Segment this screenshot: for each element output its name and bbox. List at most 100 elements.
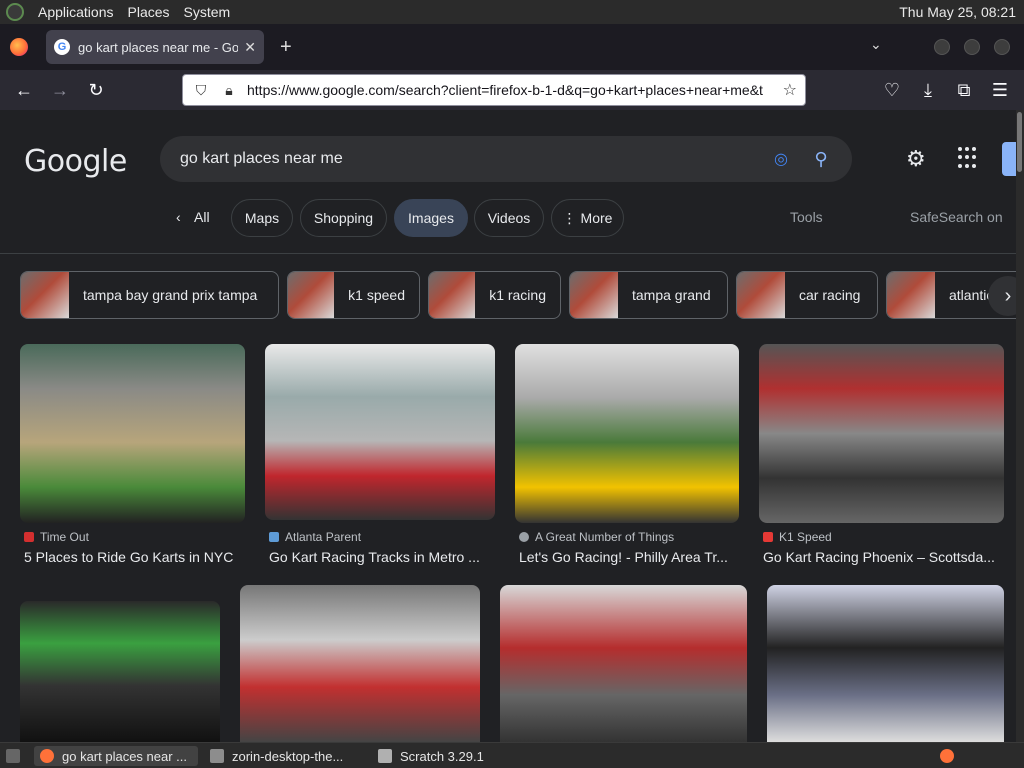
related-label: k1 speed — [348, 287, 405, 303]
result-source: Atlanta Parent — [269, 530, 361, 544]
google-favicon-icon: G — [54, 39, 70, 55]
back-button[interactable]: ← — [12, 78, 36, 102]
related-label: k1 racing — [489, 287, 546, 303]
related-label: tampa grand — [632, 287, 711, 303]
firefox-tray-icon — [940, 749, 954, 763]
image-result[interactable]: Atlanta Parent Go Kart Racing Tracks in … — [265, 344, 495, 565]
result-image[interactable] — [767, 585, 1004, 742]
result-source-label: K1 Speed — [779, 530, 832, 544]
result-title[interactable]: Let's Go Racing! - Philly Area Tr... — [519, 549, 739, 565]
google-logo[interactable]: Google — [24, 144, 127, 179]
close-tab-icon[interactable]: ✕ — [244, 39, 256, 56]
camera-lens-icon[interactable]: ◎ — [770, 148, 792, 170]
result-source: K1 Speed — [763, 530, 832, 544]
search-icon[interactable]: ⚲ — [810, 148, 832, 170]
close-window-button[interactable] — [994, 39, 1010, 55]
result-image[interactable] — [515, 344, 739, 523]
apps-grid-icon[interactable] — [958, 147, 980, 169]
result-image[interactable] — [240, 585, 480, 742]
tab-shopping[interactable]: Shopping — [300, 199, 387, 237]
taskbar-label: Scratch 3.29.1 — [400, 748, 484, 764]
image-result[interactable]: Time Out 5 Places to Ride Go Karts in NY… — [20, 344, 245, 565]
page-scrollbar[interactable] — [1016, 110, 1024, 742]
result-title[interactable]: 5 Places to Ride Go Karts in NYC — [24, 549, 249, 565]
pocket-icon[interactable]: ♡ — [880, 78, 904, 102]
result-image[interactable] — [20, 344, 245, 523]
hamburger-menu-icon[interactable]: ☰ — [988, 78, 1012, 102]
taskbar-item-firefox[interactable]: go kart places near ... — [34, 746, 198, 766]
related-thumbnail — [288, 272, 335, 318]
image-result[interactable] — [767, 585, 1004, 742]
image-result[interactable]: A Great Number of Things Let's Go Racing… — [515, 344, 739, 565]
related-chip[interactable]: tampa bay grand prix tampa — [20, 271, 279, 319]
clock[interactable]: Thu May 25, 08:21 — [899, 4, 1016, 20]
url-bar[interactable]: ⛉ 🔒︎ https://www.google.com/search?clien… — [182, 74, 806, 106]
os-logo-icon[interactable] — [6, 3, 24, 21]
tray-firefox-icon[interactable] — [936, 746, 960, 766]
tab-more[interactable]: ⋮ More — [551, 199, 624, 237]
shield-icon[interactable]: ⛉ — [191, 82, 211, 99]
image-result[interactable] — [20, 601, 220, 742]
search-input[interactable]: go kart places near me — [180, 150, 770, 168]
result-title[interactable]: Go Kart Racing Tracks in Metro ... — [269, 549, 495, 565]
menu-places[interactable]: Places — [128, 4, 170, 20]
result-source-label: Atlanta Parent — [285, 530, 362, 544]
gear-icon[interactable]: ⚙ — [906, 146, 926, 172]
maximize-button[interactable] — [964, 39, 980, 55]
related-chip[interactable]: k1 speed — [287, 271, 420, 319]
menu-system[interactable]: System — [184, 4, 231, 20]
show-desktop-icon[interactable] — [2, 746, 26, 766]
firefox-icon — [40, 749, 54, 763]
chevron-down-icon[interactable]: ⌄ — [870, 36, 882, 53]
menu-applications[interactable]: Applications — [38, 4, 114, 20]
taskbar-label: zorin-desktop-the... — [232, 748, 344, 764]
taskbar-label: go kart places near ... — [62, 748, 188, 764]
tab-images[interactable]: Images — [394, 199, 468, 237]
tab-videos[interactable]: Videos — [474, 199, 544, 237]
firefox-view-icon[interactable] — [10, 38, 28, 56]
image-result[interactable] — [500, 585, 747, 742]
reload-button[interactable]: ↻ — [84, 78, 108, 102]
result-title[interactable]: Go Kart Racing Phoenix – Scottsda... — [763, 549, 1004, 565]
tab-title: go kart places near me - Google — [78, 39, 239, 55]
window-controls — [934, 39, 1010, 55]
related-thumbnail — [570, 272, 618, 318]
download-icon[interactable]: ⤓ — [916, 78, 940, 102]
source-favicon-icon — [24, 532, 34, 542]
tab-maps[interactable]: Maps — [231, 199, 293, 237]
tab-more-label: More — [580, 210, 613, 226]
related-chip[interactable]: tampa grand — [569, 271, 728, 319]
url-text[interactable]: https://www.google.com/search?client=fir… — [247, 82, 775, 98]
image-result[interactable] — [240, 585, 480, 742]
extensions-icon[interactable]: ⧉ — [952, 78, 976, 102]
result-image[interactable] — [20, 601, 220, 742]
result-image[interactable] — [759, 344, 1004, 523]
taskbar-item-files[interactable]: zorin-desktop-the... — [204, 746, 368, 766]
result-source: A Great Number of Things — [519, 530, 674, 544]
browser-tab[interactable]: G go kart places near me - Google ✕ — [46, 30, 264, 64]
tab-all[interactable]: All — [194, 209, 210, 225]
more-vert-icon: ⋮ — [562, 209, 577, 226]
taskbar-item-scratch[interactable]: Scratch 3.29.1 — [372, 746, 522, 766]
minimize-button[interactable] — [934, 39, 950, 55]
related-searches: tampa bay grand prix tampa k1 speed k1 r… — [0, 271, 1016, 319]
related-chip[interactable]: k1 racing — [428, 271, 561, 319]
desktop-icon — [6, 749, 20, 763]
bookmark-star-icon[interactable]: ☆ — [783, 80, 797, 100]
result-image[interactable] — [265, 344, 495, 520]
result-image[interactable] — [500, 585, 747, 742]
tools-button[interactable]: Tools — [790, 209, 823, 225]
related-chip[interactable]: car racing — [736, 271, 878, 319]
back-chevron-icon[interactable]: ‹ — [176, 209, 181, 225]
forward-button[interactable]: → — [48, 78, 72, 102]
sign-in-button[interactable] — [1002, 142, 1016, 176]
browser-tab-bar: G go kart places near me - Google ✕ + ⌄ — [0, 24, 1024, 70]
safesearch-button[interactable]: SafeSearch on — [910, 209, 1003, 225]
scrollbar-thumb[interactable] — [1017, 112, 1022, 172]
new-tab-button[interactable]: + — [280, 36, 292, 59]
image-result[interactable]: K1 Speed Go Kart Racing Phoenix – Scotts… — [759, 344, 1004, 565]
search-box[interactable]: go kart places near me ◎ ⚲ — [160, 136, 852, 182]
result-source-label: Time Out — [40, 530, 89, 544]
related-label: car racing — [799, 287, 861, 303]
lock-icon[interactable]: 🔒︎ — [219, 82, 239, 99]
